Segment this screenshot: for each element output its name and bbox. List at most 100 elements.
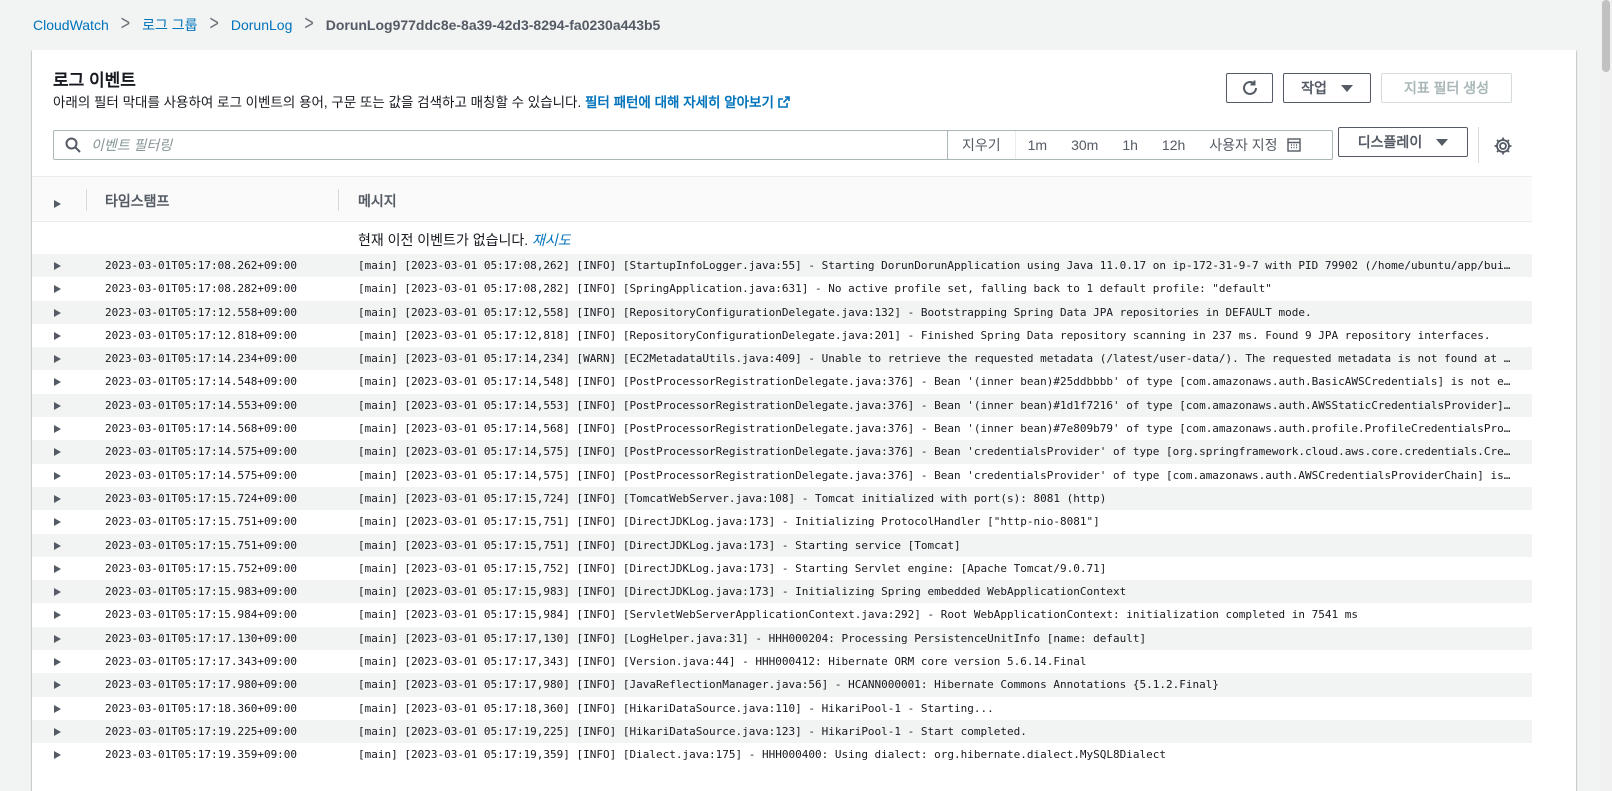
expand-row-toggle[interactable] [54,586,61,599]
range-12h[interactable]: 12h [1150,131,1197,159]
log-event-list: 2023-03-01T05:17:08.262+09:00 [main] [202… [32,254,1532,767]
gear-icon[interactable] [1493,136,1513,156]
row-timestamp: 2023-03-01T05:17:15.984+09:00 [105,608,298,622]
retry-link[interactable]: 재시도 [532,232,571,248]
table-row[interactable]: 2023-03-01T05:17:14.568+09:00 [main] [202… [32,417,1532,440]
caret-right-icon [54,378,61,387]
create-metric-filter-button[interactable]: 지표 필터 생성 [1381,73,1512,103]
expand-all-toggle[interactable] [54,195,61,211]
breadcrumb-cloudwatch[interactable]: CloudWatch [33,17,109,33]
row-message: [main] [2023-03-01 05:17:18,360] [INFO] … [358,701,994,715]
page-scrollbar[interactable] [1600,0,1612,791]
caret-right-icon [54,541,61,550]
expand-row-toggle[interactable] [54,470,61,483]
range-custom[interactable]: 사용자 지정 [1197,131,1312,159]
expand-row-toggle[interactable] [54,330,61,343]
row-message: [main] [2023-03-01 05:17:08,282] [INFO] … [358,282,1272,296]
expand-row-toggle[interactable] [54,609,61,622]
row-message: [main] [2023-03-01 05:17:15,983] [INFO] … [358,585,1127,599]
caret-right-icon [54,564,61,573]
table-row[interactable]: 2023-03-01T05:17:15.751+09:00 [main] [202… [32,533,1532,557]
create-metric-filter-label: 지표 필터 생성 [1403,80,1490,96]
table-row[interactable]: 2023-03-01T05:17:18.360+09:00 [main] [202… [32,697,1532,720]
table-row[interactable]: 2023-03-01T05:17:14.548+09:00 [main] [202… [32,370,1532,393]
table-row[interactable]: 2023-03-01T05:17:08.262+09:00 [main] [202… [32,254,1532,278]
expand-row-toggle[interactable] [54,703,61,716]
table-row[interactable]: 2023-03-01T05:17:17.130+09:00 [main] [202… [32,626,1532,651]
caret-right-icon [54,355,61,364]
table-row[interactable]: 2023-03-01T05:17:15.983+09:00 [main] [202… [32,580,1532,604]
expand-row-toggle[interactable] [54,540,61,553]
expand-row-toggle[interactable] [54,423,61,436]
table-row[interactable]: 2023-03-01T05:17:14.575+09:00 [main] [202… [32,440,1532,464]
expand-row-toggle[interactable] [54,726,61,739]
row-timestamp: 2023-03-01T05:17:19.359+09:00 [105,748,298,762]
table-row[interactable]: 2023-03-01T05:17:15.724+09:00 [main] [202… [32,486,1532,511]
actions-button[interactable]: 작업 [1283,73,1371,103]
chevron-right-icon: > [120,13,131,36]
chevron-right-icon: > [209,13,219,36]
range-1m[interactable]: 1m [1016,131,1059,159]
row-timestamp: 2023-03-01T05:17:14.234+09:00 [105,352,298,366]
expand-row-toggle[interactable] [54,633,61,646]
row-message: [main] [2023-03-01 05:17:17,980] [INFO] … [358,678,1219,692]
range-1h[interactable]: 1h [1110,131,1150,159]
table-row[interactable]: 2023-03-01T05:17:12.818+09:00 [main] [202… [32,324,1532,347]
row-timestamp: 2023-03-01T05:17:14.568+09:00 [105,422,298,436]
learn-more-link[interactable]: 필터 패턴에 대해 자세히 알아보기 [585,95,790,110]
expand-row-toggle[interactable] [54,400,61,413]
expand-row-toggle[interactable] [54,353,61,366]
no-previous-events: 현재 이전 이벤트가 없습니다. 재시도 [358,230,571,250]
expand-row-toggle[interactable] [54,283,61,296]
row-message: [main] [2023-03-01 05:17:14,548] [INFO] … [358,375,1516,389]
event-filter-input[interactable] [91,137,941,153]
table-row[interactable]: 2023-03-01T05:17:17.980+09:00 [main] [202… [32,673,1532,697]
table-row[interactable]: 2023-03-01T05:17:19.359+09:00 [main] [202… [32,743,1532,766]
caret-right-icon [54,727,61,736]
expand-row-toggle[interactable] [54,446,61,459]
range-30m[interactable]: 30m [1059,131,1110,159]
column-header-message[interactable]: 메시지 [358,191,397,211]
display-button[interactable]: 디스플레이 [1338,127,1468,157]
caret-right-icon [54,658,61,667]
column-header-timestamp[interactable]: 타임스탬프 [105,191,169,211]
table-row[interactable]: 2023-03-01T05:17:14.575+09:00 [main] [202… [32,464,1532,487]
table-row[interactable]: 2023-03-01T05:17:15.984+09:00 [main] [202… [32,603,1532,626]
table-row[interactable]: 2023-03-01T05:17:15.751+09:00 [main] [202… [32,510,1532,533]
expand-row-toggle[interactable] [54,493,61,506]
row-timestamp: 2023-03-01T05:17:12.818+09:00 [105,328,298,342]
row-message: [main] [2023-03-01 05:17:17,343] [INFO] … [358,655,1087,669]
row-timestamp: 2023-03-01T05:17:14.553+09:00 [105,398,298,412]
refresh-button[interactable] [1226,73,1273,103]
expand-row-toggle[interactable] [54,656,61,669]
table-row[interactable]: 2023-03-01T05:17:17.343+09:00 [main] [202… [32,650,1532,673]
expand-row-toggle[interactable] [54,563,61,576]
clear-time-button[interactable]: 지우기 [948,131,1016,159]
table-row[interactable]: 2023-03-01T05:17:08.282+09:00 [main] [202… [32,277,1532,300]
breadcrumb-dorunlog[interactable]: DorunLog [231,17,293,33]
row-message: [main] [2023-03-01 05:17:14,234] [WARN] … [358,352,1516,366]
display-label: 디스플레이 [1357,134,1423,150]
row-timestamp: 2023-03-01T05:17:15.751+09:00 [105,515,298,529]
breadcrumb-current-stream: DorunLog977ddc8e-8a39-42d3-8294-fa0230a4… [325,17,661,33]
table-row[interactable]: 2023-03-01T05:17:15.752+09:00 [main] [202… [32,557,1532,580]
row-timestamp: 2023-03-01T05:17:17.343+09:00 [105,655,298,669]
expand-row-toggle[interactable] [54,679,61,692]
table-row[interactable]: 2023-03-01T05:17:19.225+09:00 [main] [202… [32,719,1532,744]
scroll-thumb[interactable] [1602,0,1610,72]
chevron-right-icon: > [304,13,314,36]
row-message: [main] [2023-03-01 05:17:14,553] [INFO] … [358,398,1516,412]
expand-row-toggle[interactable] [54,749,61,762]
table-row[interactable]: 2023-03-01T05:17:12.558+09:00 [main] [202… [32,300,1532,324]
table-row[interactable]: 2023-03-01T05:17:14.553+09:00 [main] [202… [32,393,1532,418]
caret-right-icon [54,285,61,294]
breadcrumb-log-groups[interactable]: 로그 그룹 [142,15,197,35]
column-divider [338,189,339,211]
expand-row-toggle[interactable] [54,307,61,320]
expand-row-toggle[interactable] [54,376,61,389]
table-row[interactable]: 2023-03-01T05:17:14.234+09:00 [main] [202… [32,347,1532,371]
expand-row-toggle[interactable] [54,516,61,529]
expand-row-toggle[interactable] [54,260,61,273]
row-message: [main] [2023-03-01 05:17:14,575] [INFO] … [358,445,1516,459]
caret-down-icon [1340,84,1353,92]
